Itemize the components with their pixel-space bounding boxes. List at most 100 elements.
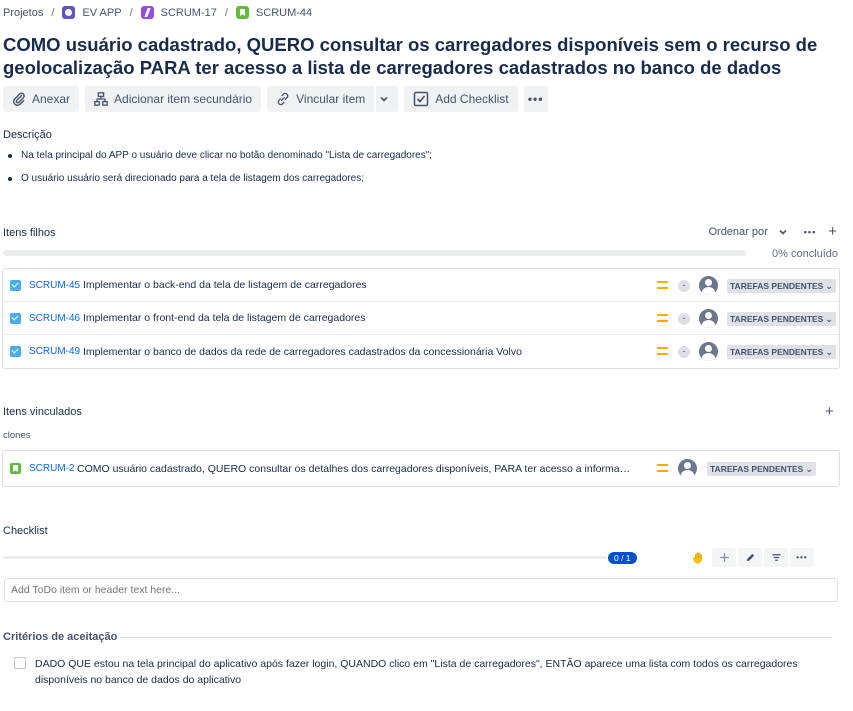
priority-medium-icon <box>657 347 668 355</box>
checklist-filter-icon[interactable] <box>764 548 788 567</box>
child-items-progress-bar <box>3 250 746 256</box>
epic-icon <box>140 6 154 19</box>
add-linked-item-plus-icon[interactable]: + <box>825 404 834 419</box>
breadcrumb-epic[interactable]: SCRUM-17 <box>140 6 217 19</box>
hand-icon <box>692 552 702 564</box>
description-label: Descrição <box>3 129 52 141</box>
issue-key-link[interactable]: SCRUM-46 <box>29 313 83 324</box>
sort-by-label: Ordenar por <box>708 226 768 238</box>
acceptance-criteria-label: Critérios de aceitação <box>3 631 118 643</box>
sort-by-button[interactable]: Ordenar por <box>708 226 787 238</box>
child-items-tools: Ordenar por ••• + <box>708 224 837 239</box>
table-row[interactable]: SCRUM-2 COMO usuário cadastrado, QUERO c… <box>3 451 839 486</box>
section-divider <box>118 637 832 638</box>
add-child-item-plus-icon[interactable]: + <box>828 224 837 239</box>
checklist-add-icon[interactable] <box>712 548 736 567</box>
issue-summary[interactable]: Implementar o front-end da tela de lista… <box>83 312 623 324</box>
checklist-more-icon[interactable]: ••• <box>790 548 814 567</box>
status-label: TAREFAS PENDENTES <box>730 347 824 357</box>
story-icon <box>10 463 21 474</box>
child-items-more-button[interactable]: ••• <box>804 227 816 237</box>
table-row[interactable]: SCRUM-45 Implementar o back-end da tela … <box>3 269 839 302</box>
assignee-avatar[interactable] <box>678 459 697 478</box>
description-bullet: O usuário usuário será direcionado para … <box>8 173 432 196</box>
checklist-toolbar: ••• <box>686 548 814 567</box>
project-icon <box>62 6 76 19</box>
attach-button[interactable]: Anexar <box>3 86 80 112</box>
subtask-icon <box>10 346 21 357</box>
breadcrumb-separator: / <box>51 6 55 19</box>
paperclip-icon <box>13 92 25 106</box>
priority-medium-icon <box>657 464 668 472</box>
checklist-item-input[interactable] <box>4 578 838 602</box>
table-row[interactable]: SCRUM-49 Implementar o banco de dados da… <box>3 335 839 368</box>
breadcrumb-epic-label[interactable]: SCRUM-17 <box>161 7 217 19</box>
status-label: TAREFAS PENDENTES <box>710 464 804 474</box>
chevron-down-icon: ⌄ <box>825 346 833 357</box>
assignee-avatar[interactable] <box>699 342 718 361</box>
plus-icon <box>719 553 729 562</box>
chevron-down-icon: ⌄ <box>825 313 833 324</box>
child-items-progress-text: 0% concluído <box>772 248 839 260</box>
status-label: TAREFAS PENDENTES <box>730 281 824 291</box>
checklist-edit-icon[interactable] <box>738 548 762 567</box>
hand-wave-icon[interactable] <box>686 548 710 567</box>
acceptance-criteria-checkbox[interactable] <box>14 657 26 669</box>
priority-medium-icon <box>657 281 668 289</box>
linked-items-list: SCRUM-2 COMO usuário cadastrado, QUERO c… <box>2 450 840 487</box>
breadcrumb-issue-label[interactable]: SCRUM-44 <box>256 7 312 19</box>
issue-key-link[interactable]: SCRUM-49 <box>29 346 83 357</box>
add-checklist-button[interactable]: Add Checklist <box>404 86 518 112</box>
checklist-label: Checklist <box>3 525 48 537</box>
link-issue-button[interactable]: Vincular item <box>267 86 374 112</box>
assignee-avatar[interactable] <box>699 309 718 328</box>
status-dropdown[interactable]: TAREFAS PENDENTES ⌄ <box>727 312 836 326</box>
add-child-button[interactable]: Adicionar item secundário <box>85 86 262 112</box>
chevron-down-icon <box>779 229 787 235</box>
estimate-badge: - <box>678 280 690 292</box>
acceptance-criteria-text: DADO QUE estou na tela principal do apli… <box>35 658 798 686</box>
estimate-badge: - <box>678 346 690 358</box>
issue-summary[interactable]: Implementar o back-end da tela de listag… <box>83 279 623 291</box>
description-bullet: Na tela principal do APP o usuário deve … <box>8 150 432 173</box>
link-icon <box>277 92 289 106</box>
checklist-progress-bar <box>3 556 607 559</box>
linked-items-label: Itens vinculados <box>3 406 82 418</box>
filter-icon <box>771 554 781 561</box>
story-icon <box>235 6 249 19</box>
breadcrumb-projects[interactable]: Projetos <box>3 7 43 19</box>
issue-summary[interactable]: COMO usuário cadastrado, QUERO consultar… <box>77 463 633 475</box>
hierarchy-icon <box>94 92 108 106</box>
breadcrumb-projects-label[interactable]: Projetos <box>3 7 43 19</box>
status-dropdown[interactable]: TAREFAS PENDENTES ⌄ <box>707 462 816 476</box>
breadcrumb: Projetos / EV APP / SCRUM-17 / SCRUM-44 <box>3 6 312 19</box>
breadcrumb-project[interactable]: EV APP <box>62 6 122 19</box>
add-checklist-button-label: Add Checklist <box>435 92 509 106</box>
breadcrumb-project-label[interactable]: EV APP <box>82 7 121 19</box>
chevron-down-icon: ⌄ <box>805 463 813 474</box>
status-label: TAREFAS PENDENTES <box>730 314 824 324</box>
checkbox-icon <box>414 91 429 107</box>
child-items-label: Itens filhos <box>3 227 56 239</box>
checklist-progress-badge: 0 / 1 <box>608 552 637 564</box>
more-actions-button[interactable]: ••• <box>523 86 548 112</box>
issue-key-link[interactable]: SCRUM-2 <box>29 463 77 474</box>
breadcrumb-separator: / <box>129 6 133 19</box>
link-issue-button-label: Vincular item <box>296 92 366 106</box>
assignee-avatar[interactable] <box>699 276 718 295</box>
issue-key-link[interactable]: SCRUM-45 <box>29 280 83 291</box>
subtask-icon <box>10 312 21 324</box>
subtask-icon <box>10 279 21 291</box>
estimate-badge: - <box>678 313 690 325</box>
priority-medium-icon <box>657 314 668 322</box>
issue-summary[interactable]: Implementar o banco de dados da rede de … <box>83 346 643 358</box>
description-content[interactable]: Na tela principal do APP o usuário deve … <box>8 150 432 196</box>
table-row[interactable]: SCRUM-46 Implementar o front-end da tela… <box>3 302 839 335</box>
status-dropdown[interactable]: TAREFAS PENDENTES ⌄ <box>727 279 836 293</box>
breadcrumb-issue[interactable]: SCRUM-44 <box>235 6 312 19</box>
issue-title[interactable]: COMO usuário cadastrado, QUERO consultar… <box>3 33 843 79</box>
link-issue-dropdown[interactable] <box>374 86 398 112</box>
breadcrumb-separator: / <box>224 6 228 19</box>
link-relation-label: clones <box>3 430 31 441</box>
status-dropdown[interactable]: TAREFAS PENDENTES ⌄ <box>727 345 836 359</box>
